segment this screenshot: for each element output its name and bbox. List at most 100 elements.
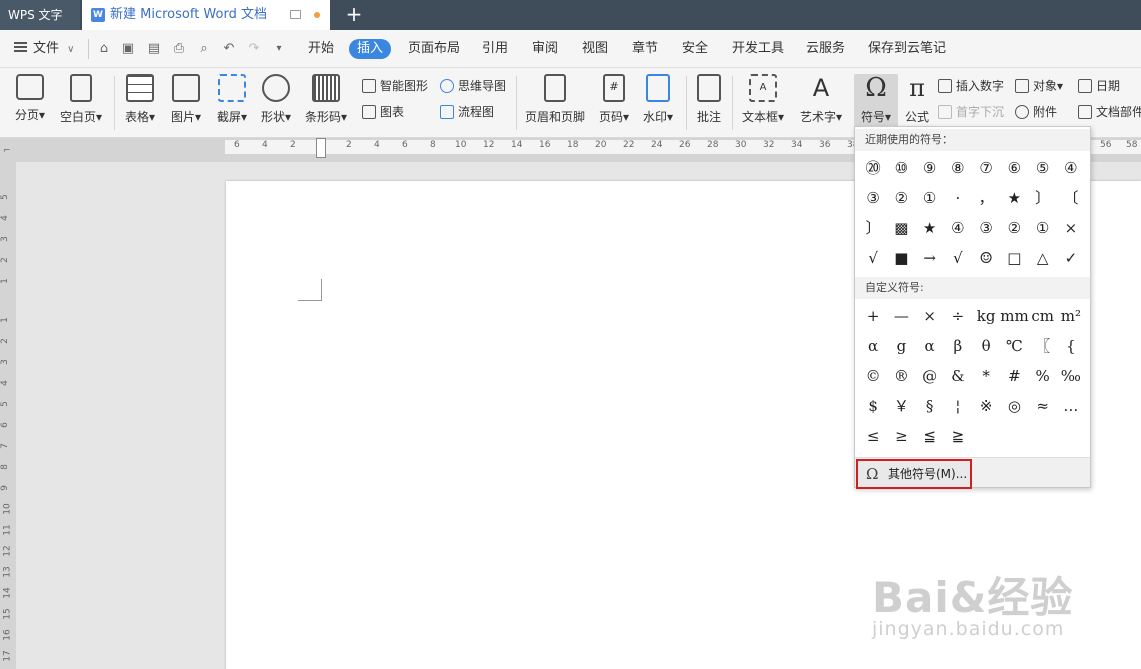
word-art-button[interactable]: A 艺术字▾	[796, 74, 846, 132]
menu-item-references[interactable]: 引用	[482, 39, 508, 59]
document-tab[interactable]: W 新建 Microsoft Word 文档	[82, 0, 330, 30]
table-button[interactable]: 表格▾	[120, 74, 160, 132]
drop-cap-button[interactable]: 首字下沉	[936, 102, 1004, 122]
file-menu-button[interactable]: 文件 ∨	[14, 39, 74, 59]
custom-symbol[interactable]: ℃	[1000, 331, 1028, 361]
recent-symbol[interactable]: ⑥	[1000, 153, 1028, 183]
recent-symbol[interactable]: △	[1029, 243, 1057, 273]
doc-parts-button[interactable]: 文档部件	[1076, 102, 1141, 122]
menu-item-start[interactable]: 开始	[308, 39, 334, 59]
recent-symbol[interactable]: ①	[1029, 213, 1057, 243]
custom-symbol[interactable]: m²	[1057, 301, 1085, 331]
pdf-export-icon[interactable]: ▤	[146, 41, 162, 57]
recent-symbol[interactable]: ☺	[972, 243, 1000, 273]
custom-symbol[interactable]: ‰	[1057, 361, 1085, 391]
custom-symbol[interactable]: #	[1000, 361, 1028, 391]
recent-symbol[interactable]: ✓	[1057, 243, 1085, 273]
custom-symbol[interactable]: —	[887, 301, 915, 331]
custom-symbol[interactable]: &	[944, 361, 972, 391]
screenshot-button[interactable]: 截屏▾	[210, 74, 254, 132]
formula-button[interactable]: π 公式	[900, 74, 934, 132]
custom-symbol[interactable]: α	[859, 331, 887, 361]
recent-symbol[interactable]: 〔	[1057, 183, 1085, 213]
custom-symbol[interactable]: {	[1057, 331, 1085, 361]
custom-symbol[interactable]: β	[944, 331, 972, 361]
custom-symbol[interactable]: %	[1029, 361, 1057, 391]
redo-icon[interactable]: ↷	[246, 41, 262, 57]
recent-symbol[interactable]: ★	[916, 213, 944, 243]
recent-symbol[interactable]: 〕	[1029, 183, 1057, 213]
recent-symbol[interactable]: ⑧	[944, 153, 972, 183]
custom-symbol[interactable]: ©	[859, 361, 887, 391]
header-footer-button[interactable]: 页眉和页脚	[522, 74, 588, 132]
customize-dropdown-icon[interactable]: ▾	[271, 41, 287, 57]
custom-symbol[interactable]: *	[972, 361, 1000, 391]
recent-symbol[interactable]: ·	[944, 183, 972, 213]
attachment-button[interactable]: 附件	[1013, 102, 1057, 122]
page-break-button[interactable]: 分页▾	[8, 74, 52, 132]
menu-item-cloud[interactable]: 云服务	[806, 39, 845, 59]
insert-number-button[interactable]: 插入数字	[936, 76, 1004, 96]
custom-symbol[interactable]: ※	[972, 391, 1000, 421]
window-icon[interactable]	[290, 10, 301, 19]
custom-symbol[interactable]: ×	[916, 301, 944, 331]
custom-symbol[interactable]: cm	[1029, 301, 1057, 331]
recent-symbol[interactable]: →	[916, 243, 944, 273]
recent-symbol[interactable]: ▩	[887, 213, 915, 243]
text-box-button[interactable]: A 文本框▾	[738, 74, 788, 132]
menu-item-review[interactable]: 审阅	[532, 39, 558, 59]
recent-symbol[interactable]: ⑳	[859, 153, 887, 183]
comment-button[interactable]: 批注	[692, 74, 726, 132]
recent-symbol[interactable]: ①	[916, 183, 944, 213]
print-preview-icon[interactable]: ⌕	[196, 41, 212, 57]
custom-symbol[interactable]: mm	[1000, 301, 1028, 331]
custom-symbol[interactable]: …	[1057, 391, 1085, 421]
recent-symbol[interactable]: ×	[1057, 213, 1085, 243]
recent-symbol[interactable]: ⑩	[887, 153, 915, 183]
object-button[interactable]: 对象▾	[1013, 76, 1063, 96]
custom-symbol[interactable]: ¦	[944, 391, 972, 421]
custom-symbol[interactable]: ®	[887, 361, 915, 391]
recent-symbol[interactable]: ③	[972, 213, 1000, 243]
vertical-ruler[interactable]: 5 4 3 2 1 1 2 3 4 5 6 7 8 9 10 11 12 13 …	[0, 162, 16, 669]
recent-symbol[interactable]: ■	[887, 243, 915, 273]
custom-symbol[interactable]: α	[916, 331, 944, 361]
shape-button[interactable]: 形状▾	[256, 74, 296, 132]
mind-map-button[interactable]: 思维导图	[438, 76, 506, 96]
recent-symbol[interactable]: ⑨	[916, 153, 944, 183]
save-icon[interactable]: ▣	[120, 41, 136, 57]
custom-symbol[interactable]: ≈	[1029, 391, 1057, 421]
custom-symbol[interactable]: ≧	[944, 421, 972, 451]
blank-page-button[interactable]: 空白页▾	[56, 74, 106, 132]
more-symbols-button[interactable]: Ω 其他符号(M)...	[856, 459, 972, 489]
recent-symbol[interactable]: ④	[944, 213, 972, 243]
custom-symbol[interactable]: @	[916, 361, 944, 391]
recent-symbol[interactable]: ④	[1057, 153, 1085, 183]
chart-button[interactable]: 图表	[360, 102, 404, 122]
custom-symbol[interactable]: $	[859, 391, 887, 421]
menu-item-insert[interactable]: 插入	[349, 39, 392, 59]
custom-symbol[interactable]: §	[916, 391, 944, 421]
undo-icon[interactable]: ↶	[221, 41, 237, 57]
recent-symbol[interactable]: ★	[1000, 183, 1028, 213]
custom-symbol[interactable]: ≤	[859, 421, 887, 451]
recent-symbol[interactable]: ⑤	[1029, 153, 1057, 183]
recent-symbol[interactable]: ②	[1000, 213, 1028, 243]
open-folder-icon[interactable]: ⌂	[96, 41, 112, 57]
new-tab-button[interactable]: +	[342, 0, 366, 30]
custom-symbol[interactable]: ≥	[887, 421, 915, 451]
custom-symbol[interactable]: kg	[972, 301, 1000, 331]
recent-symbol[interactable]: √	[944, 243, 972, 273]
smart-art-button[interactable]: 智能图形	[360, 76, 428, 96]
menu-item-section[interactable]: 章节	[632, 39, 658, 59]
recent-symbol[interactable]: √	[859, 243, 887, 273]
symbol-button[interactable]: Ω 符号▾	[854, 74, 898, 132]
custom-symbol[interactable]: θ	[972, 331, 1000, 361]
recent-symbol[interactable]: ③	[859, 183, 887, 213]
page-number-button[interactable]: # 页码▾	[594, 74, 634, 132]
custom-symbol[interactable]: +	[859, 301, 887, 331]
menu-item-page-layout[interactable]: 页面布局	[408, 39, 460, 59]
custom-symbol[interactable]: ◎	[1000, 391, 1028, 421]
custom-symbol[interactable]: ≦	[916, 421, 944, 451]
custom-symbol[interactable]: 〖	[1029, 331, 1057, 361]
